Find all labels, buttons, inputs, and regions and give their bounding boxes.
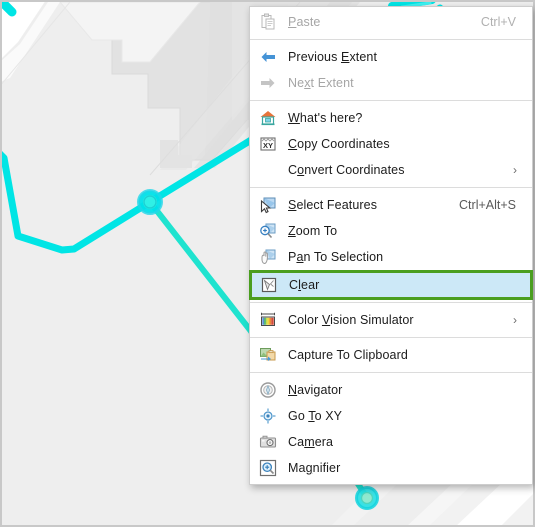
menu-item-camera[interactable]: Camera xyxy=(250,429,532,455)
map-context-menu[interactable]: Paste Ctrl+V Previous Extent Next Extent … xyxy=(249,6,533,485)
menu-item-zoom-to[interactable]: Zoom To xyxy=(250,218,532,244)
menu-item-label: Pan To Selection xyxy=(288,250,384,264)
menu-separator xyxy=(250,372,532,373)
clear-selection-icon xyxy=(259,275,279,295)
arrow-right-icon xyxy=(258,73,278,93)
submenu-chevron-right-icon: › xyxy=(513,163,517,177)
select-features-icon xyxy=(258,195,278,215)
menu-item-navigator[interactable]: Navigator xyxy=(250,377,532,403)
color-ramp-icon xyxy=(258,310,278,330)
menu-item-previous-extent[interactable]: Previous Extent xyxy=(250,44,532,70)
magnifier-icon xyxy=(258,458,278,478)
menu-item-color-vision-simulator[interactable]: Color Vision Simulator › xyxy=(250,307,532,333)
menu-item-label: Copy Coordinates xyxy=(288,137,390,151)
menu-item-shortcut: Ctrl+V xyxy=(480,15,516,29)
menu-item-label: What's here? xyxy=(288,111,363,125)
menu-item-label: Clear xyxy=(289,278,320,292)
menu-item-copy-coordinates[interactable]: XY Copy Coordinates xyxy=(250,131,532,157)
camera-icon xyxy=(258,432,278,452)
menu-item-go-to-xy[interactable]: Go To XY xyxy=(250,403,532,429)
go-to-xy-icon xyxy=(258,406,278,426)
menu-item-label: Magnifier xyxy=(288,461,341,475)
menu-item-whats-here[interactable]: What's here? xyxy=(250,105,532,131)
navigator-icon xyxy=(258,380,278,400)
menu-item-label: Zoom To xyxy=(288,224,338,238)
paste-icon xyxy=(258,12,278,32)
menu-separator xyxy=(250,337,532,338)
menu-separator xyxy=(250,39,532,40)
menu-separator xyxy=(250,100,532,101)
pan-to-selection-icon xyxy=(258,247,278,267)
menu-item-label: Go To XY xyxy=(288,409,343,423)
xy-box-icon: XY xyxy=(258,134,278,154)
menu-item-label: Color Vision Simulator xyxy=(288,313,414,327)
menu-item-clear[interactable]: Clear xyxy=(249,270,533,300)
menu-item-select-features[interactable]: Select Features Ctrl+Alt+S xyxy=(250,192,532,218)
menu-item-label: Navigator xyxy=(288,383,343,397)
svg-text:XY: XY xyxy=(263,141,273,150)
junction-vertex xyxy=(137,189,163,215)
menu-item-convert-coordinates[interactable]: Convert Coordinates › xyxy=(250,157,532,183)
endpoint-vertex xyxy=(355,486,379,510)
menu-item-label: Camera xyxy=(288,435,334,449)
submenu-chevron-right-icon: › xyxy=(513,313,517,327)
no-icon xyxy=(258,160,278,180)
menu-item-magnifier[interactable]: Magnifier xyxy=(250,455,532,481)
menu-item-label: Capture To Clipboard xyxy=(288,348,408,362)
menu-item-label: Next Extent xyxy=(288,76,354,90)
menu-item-label: Previous Extent xyxy=(288,50,378,64)
house-icon xyxy=(258,108,278,128)
menu-item-label: Paste xyxy=(288,15,321,29)
menu-item-shortcut: Ctrl+Alt+S xyxy=(459,198,516,212)
menu-item-paste: Paste Ctrl+V xyxy=(250,9,532,35)
arcgis-map-view: Paste Ctrl+V Previous Extent Next Extent … xyxy=(0,0,535,527)
menu-item-label: Convert Coordinates xyxy=(288,163,405,177)
menu-item-next-extent: Next Extent xyxy=(250,70,532,96)
menu-item-capture-to-clipboard[interactable]: Capture To Clipboard xyxy=(250,342,532,368)
arrow-left-icon xyxy=(258,47,278,67)
capture-clipboard-icon xyxy=(258,345,278,365)
zoom-to-icon xyxy=(258,221,278,241)
menu-separator xyxy=(250,187,532,188)
menu-separator xyxy=(250,302,532,303)
menu-item-pan-to-selection[interactable]: Pan To Selection xyxy=(250,244,532,270)
menu-item-label: Select Features xyxy=(288,198,378,212)
